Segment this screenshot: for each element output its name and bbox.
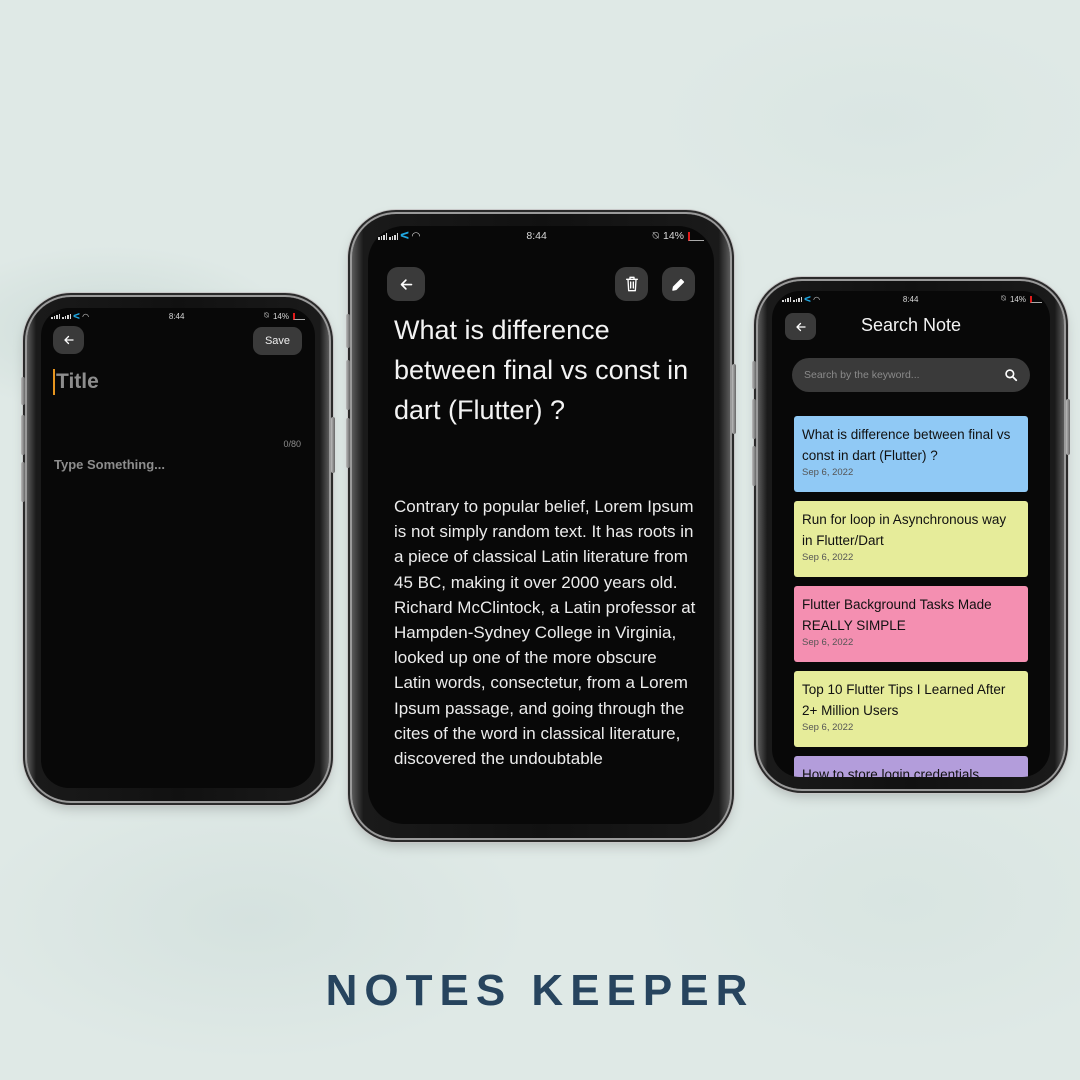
battery-icon <box>292 312 305 320</box>
note-list: What is difference between final vs cons… <box>794 416 1028 777</box>
status-time: 8:44 <box>526 230 547 242</box>
signal-icon <box>378 232 387 240</box>
body-input[interactable]: Type Something... <box>54 457 165 472</box>
char-counter: 0/80 <box>283 439 301 449</box>
phone-power-button <box>331 417 335 473</box>
search-bar[interactable] <box>792 358 1030 392</box>
battery-icon <box>688 231 704 241</box>
phone-side-button <box>752 399 756 439</box>
status-time: 8:44 <box>902 294 919 304</box>
note-card-title: Flutter Background Tasks Made REALLY SIM… <box>802 597 992 633</box>
alarm-off-icon: ⍉ <box>264 311 269 320</box>
telenor-icon: ᐸ <box>73 311 81 321</box>
signal-icon <box>51 313 60 319</box>
phone-side-button <box>21 462 25 502</box>
edit-button[interactable] <box>662 267 695 301</box>
title-placeholder: Title <box>56 370 99 393</box>
trash-icon <box>625 276 638 292</box>
phone-search: ᐸ ◠ 8:44 ⍉ 14% Search Note What is diffe… <box>752 281 1070 789</box>
wifi-icon: ◠ <box>813 294 821 304</box>
note-card[interactable]: Top 10 Flutter Tips I Learned After 2+ M… <box>794 671 1028 747</box>
note-detail-screen: ᐸ ◠ 8:44 ⍉ 14% What is difference betwee… <box>368 226 714 824</box>
delete-button[interactable] <box>615 267 648 301</box>
text-caret <box>53 369 55 395</box>
save-button[interactable]: Save <box>253 327 302 355</box>
phone-side-button <box>346 418 350 468</box>
note-card-date: Sep 6, 2022 <box>802 467 854 478</box>
battery-percent: 14% <box>1009 294 1026 304</box>
note-card-date: Sep 6, 2022 <box>802 722 854 733</box>
wifi-icon: ◠ <box>82 311 90 321</box>
phone-power-button <box>1066 399 1070 455</box>
signal-icon <box>62 313 71 319</box>
add-note-screen: ᐸ ◠ 8:44 ⍉ 14% Save Title 0/80 Type Some… <box>41 308 315 788</box>
phone-side-button <box>21 415 25 455</box>
note-card[interactable]: What is difference between final vs cons… <box>794 416 1028 492</box>
pencil-icon <box>672 278 685 291</box>
note-card-title: Top 10 Flutter Tips I Learned After 2+ M… <box>802 682 1006 718</box>
status-time: 8:44 <box>168 311 185 321</box>
brand-title: NOTES KEEPER <box>325 966 755 1015</box>
signal-icon <box>793 296 802 302</box>
note-card-title: Run for loop in Asynchronous way in Flut… <box>802 512 1007 548</box>
battery-icon <box>1029 295 1042 303</box>
note-card-title: How to store login credentials <box>802 767 980 777</box>
search-input[interactable] <box>804 369 994 381</box>
arrow-left-icon <box>63 335 74 345</box>
arrow-left-icon <box>400 278 412 290</box>
note-title: What is difference between final vs cons… <box>394 315 689 425</box>
phone-side-button <box>752 446 756 486</box>
title-input[interactable]: Title <box>53 367 293 397</box>
signal-icon <box>389 232 398 240</box>
phone-note-detail: ᐸ ◠ 8:44 ⍉ 14% What is difference betwee… <box>346 214 736 838</box>
back-button[interactable] <box>53 326 84 354</box>
back-button[interactable] <box>387 267 425 301</box>
signal-icon <box>782 296 791 302</box>
search-screen: ᐸ ◠ 8:44 ⍉ 14% Search Note What is diffe… <box>772 291 1050 777</box>
phone-side-button <box>752 361 756 389</box>
note-body: Contrary to popular belief, Lorem Ipsum … <box>394 497 696 769</box>
note-card-title: What is difference between final vs cons… <box>802 427 1011 463</box>
phone-side-button <box>346 314 350 348</box>
status-bar: ᐸ ◠ 8:44 ⍉ 14% <box>772 292 1050 306</box>
phone-side-button <box>21 377 25 405</box>
search-icon[interactable] <box>1004 368 1018 382</box>
note-card-date: Sep 6, 2022 <box>802 637 854 648</box>
alarm-off-icon: ⍉ <box>1001 294 1006 303</box>
note-card[interactable]: Flutter Background Tasks Made REALLY SIM… <box>794 586 1028 662</box>
battery-percent: 14% <box>662 230 684 242</box>
page-title: Search Note <box>860 315 962 335</box>
note-card[interactable]: Run for loop in Asynchronous way in Flut… <box>794 501 1028 577</box>
alarm-off-icon: ⍉ <box>652 229 659 242</box>
phone-power-button <box>732 364 736 434</box>
wifi-icon: ◠ <box>411 230 421 242</box>
status-bar: ᐸ ◠ 8:44 ⍉ 14% <box>368 226 714 246</box>
note-card[interactable]: How to store login credentials <box>794 756 1028 777</box>
battery-percent: 14% <box>272 311 289 321</box>
phone-add-note: ᐸ ◠ 8:44 ⍉ 14% Save Title 0/80 Type Some… <box>21 297 335 801</box>
telenor-icon: ᐸ <box>804 294 812 304</box>
status-bar: ᐸ ◠ 8:44 ⍉ 14% <box>41 309 315 323</box>
note-card-date: Sep 6, 2022 <box>802 552 854 563</box>
telenor-icon: ᐸ <box>400 230 410 242</box>
phone-side-button <box>346 360 350 410</box>
